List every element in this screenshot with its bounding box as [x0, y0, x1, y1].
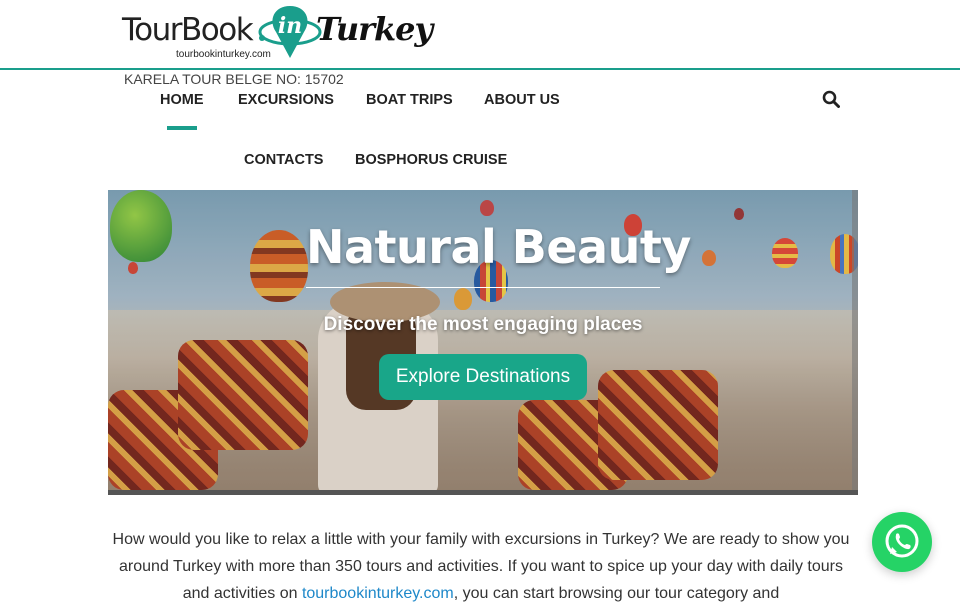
intro-text-continued: , you can start browsing our tour catego… — [453, 585, 780, 602]
nav-item-home[interactable]: HOME — [160, 92, 204, 108]
site-header: TourBook in Turkey tourbookinturkey.com — [0, 0, 960, 70]
nav-item-about-us[interactable]: ABOUT US — [484, 92, 560, 108]
hero-title: Natural Beauty — [306, 220, 691, 274]
logo-in-text: in — [278, 13, 302, 39]
nav-item-boat-trips[interactable]: BOAT TRIPS — [366, 92, 453, 108]
whatsapp-icon — [885, 524, 919, 558]
explore-destinations-button[interactable]: Explore Destinations — [379, 354, 587, 400]
logo-url: tourbookinturkey.com — [176, 49, 271, 60]
site-logo[interactable]: TourBook in Turkey tourbookinturkey.com — [120, 2, 433, 66]
whatsapp-button[interactable] — [872, 512, 932, 572]
logo-brand-main: TourBook — [122, 12, 254, 48]
search-icon[interactable] — [822, 90, 840, 108]
nav-item-bosphorus-cruise[interactable]: BOSPHORUS CRUISE — [355, 152, 507, 168]
nav-item-contacts[interactable]: CONTACTS — [244, 152, 323, 168]
logo-brand-turkey: Turkey — [316, 10, 433, 48]
nav-item-excursions[interactable]: EXCURSIONS — [238, 92, 334, 108]
site-link[interactable]: tourbookinturkey.com — [302, 585, 454, 602]
hero-divider — [306, 287, 660, 288]
license-number: KARELA TOUR BELGE NO: 15702 — [124, 71, 344, 87]
hero-subtitle: Discover the most engaging places — [323, 314, 643, 335]
nav-active-indicator — [167, 126, 197, 130]
intro-paragraph: How would you like to relax a little wit… — [108, 526, 854, 607]
